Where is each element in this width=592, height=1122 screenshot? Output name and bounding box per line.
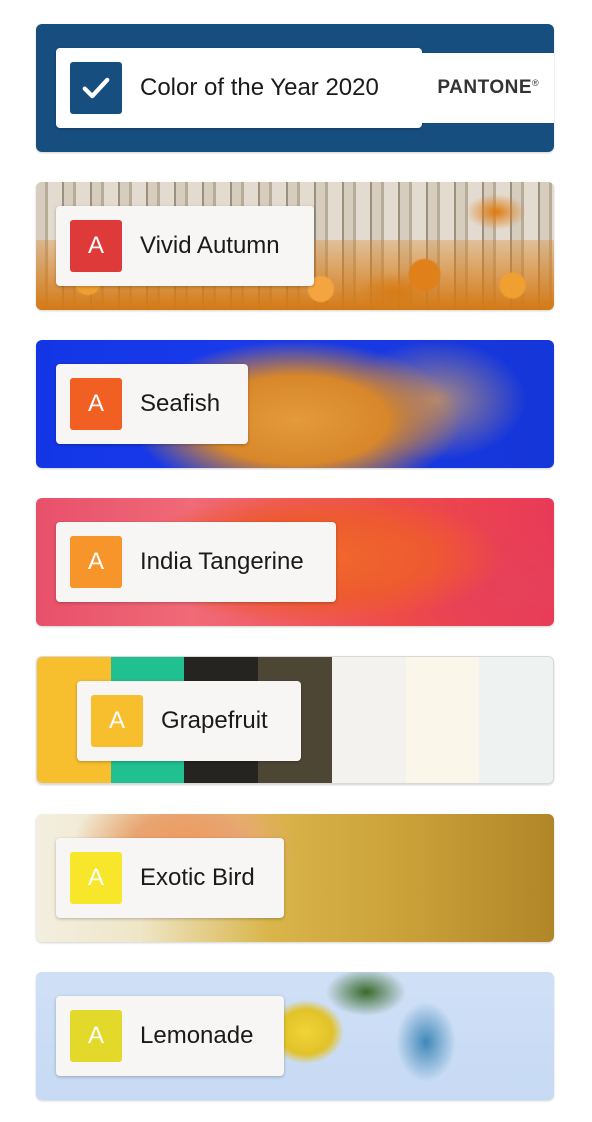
color-swatch[interactable]: A [70, 220, 122, 272]
swatch-letter: A [87, 390, 104, 417]
swatch-letter: A [87, 548, 104, 575]
card-label-box: A Vivid Autumn [56, 206, 314, 286]
color-swatch[interactable]: A [70, 378, 122, 430]
color-swatch[interactable]: A [70, 1010, 122, 1062]
card-label: Seafish [140, 390, 221, 417]
color-card-seafish[interactable]: A Seafish [36, 340, 554, 468]
color-swatch[interactable]: A [70, 852, 122, 904]
card-label-box: A Exotic Bird [56, 838, 284, 918]
swatch-letter: A [87, 232, 104, 259]
card-label-box: Color of the Year 2020 [56, 48, 422, 128]
color-card-india-tangerine[interactable]: A India Tangerine [36, 498, 554, 626]
color-card-grapefruit[interactable]: A Grapefruit [36, 656, 554, 784]
card-label-box: A Lemonade [56, 996, 284, 1076]
card-label: Color of the Year 2020 [140, 74, 379, 101]
registered-mark: ® [532, 78, 539, 88]
color-card-pantone[interactable]: Color of the Year 2020 PANTONE ® [36, 24, 554, 152]
color-swatch[interactable]: A [70, 536, 122, 588]
check-icon [82, 77, 110, 99]
pantone-logo: PANTONE ® [422, 53, 554, 123]
swatch-letter: A [108, 707, 125, 734]
swatch-letter: A [87, 1022, 104, 1049]
color-card-vivid-autumn[interactable]: A Vivid Autumn [36, 182, 554, 310]
palette-stripe [405, 657, 480, 783]
palette-stripe [479, 657, 553, 783]
card-label: Exotic Bird [140, 864, 255, 891]
palette-stripe [331, 657, 406, 783]
card-label-box: A Grapefruit [77, 681, 301, 761]
card-label: Vivid Autumn [140, 232, 280, 259]
card-label: India Tangerine [140, 548, 304, 575]
card-label: Lemonade [140, 1022, 254, 1049]
card-label-box: A Seafish [56, 364, 248, 444]
color-card-lemonade[interactable]: A Lemonade [36, 972, 554, 1100]
card-label-box: A India Tangerine [56, 522, 336, 602]
swatch-letter: A [87, 864, 104, 891]
brand-name: PANTONE [437, 77, 532, 98]
card-label: Grapefruit [161, 707, 268, 734]
color-swatch[interactable]: A [91, 695, 143, 747]
color-card-exotic-bird[interactable]: A Exotic Bird [36, 814, 554, 942]
color-swatch[interactable] [70, 62, 122, 114]
